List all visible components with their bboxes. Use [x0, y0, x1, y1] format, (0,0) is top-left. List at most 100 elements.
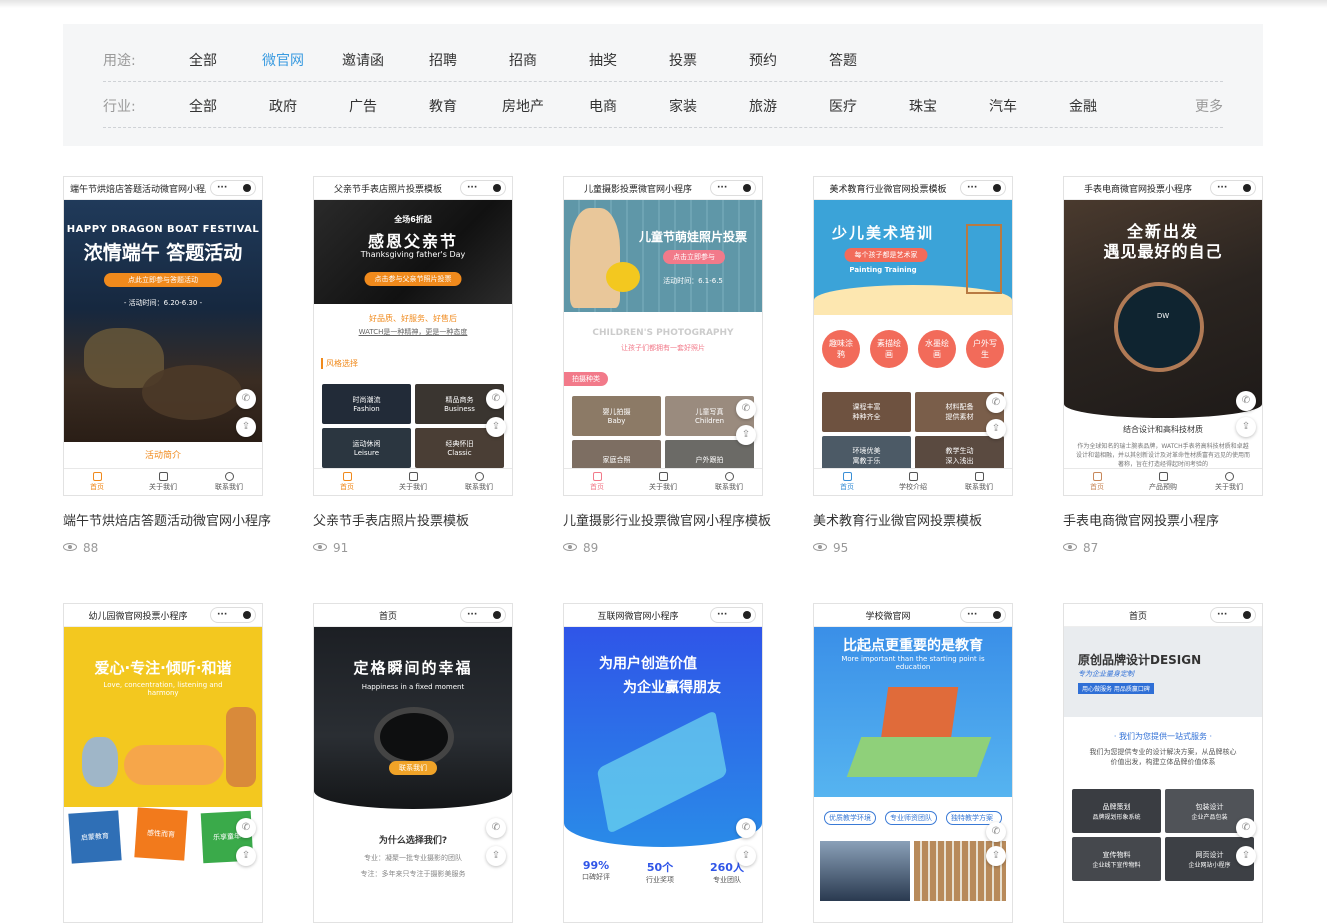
- tab-home[interactable]: 首页: [314, 469, 380, 495]
- phone-icon[interactable]: ✆: [486, 389, 506, 409]
- service-tile[interactable]: 品牌策划 品牌规划形象系统: [1072, 789, 1161, 833]
- template-name[interactable]: 手表电商微官网投票小程序: [1063, 510, 1263, 529]
- template-card[interactable]: 手表电商微官网投票小程序 ··· 全新出发 遇见最好的自己 DW 结合设计和高科…: [1063, 176, 1263, 555]
- phone-icon[interactable]: ✆: [986, 393, 1006, 413]
- purpose-micro-site[interactable]: 微官网: [243, 50, 323, 70]
- purpose-vote[interactable]: 投票: [643, 50, 723, 70]
- category-tile[interactable]: 家庭合照: [572, 440, 661, 470]
- industry-more-link[interactable]: 更多: [1195, 96, 1223, 116]
- tab-home[interactable]: 首页: [1064, 469, 1130, 495]
- template-preview[interactable]: 美术教育行业微官网投票模板 ··· 少儿美术培训 每个孩子都是艺术家 Paint…: [813, 176, 1013, 496]
- hero-button[interactable]: 点击立即参与: [663, 250, 725, 264]
- template-card[interactable]: 儿童摄影投票微官网小程序 ··· 儿童节萌娃照片投票 点击立即参与 活动时间：6…: [563, 176, 771, 555]
- feature-tile[interactable]: 教学生动 深入浅出: [915, 436, 1004, 470]
- hero-button[interactable]: 点击参与父亲节照片投票: [364, 272, 462, 286]
- purpose-booking[interactable]: 预约: [723, 50, 803, 70]
- tab-school[interactable]: 学校介绍: [880, 469, 946, 495]
- tab-preorder[interactable]: 产品预购: [1130, 469, 1196, 495]
- phone-icon[interactable]: ✆: [236, 818, 256, 838]
- industry-real-estate[interactable]: 房地产: [483, 96, 563, 116]
- purpose-lottery[interactable]: 抽奖: [563, 50, 643, 70]
- purpose-quiz[interactable]: 答题: [803, 50, 883, 70]
- share-icon[interactable]: ⇪: [236, 417, 256, 437]
- feature-tile[interactable]: 课程丰富 种种齐全: [822, 392, 911, 432]
- industry-auto[interactable]: 汽车: [963, 96, 1043, 116]
- tab-contact[interactable]: 联系我们: [946, 469, 1012, 495]
- share-icon[interactable]: ⇪: [986, 846, 1006, 866]
- style-tile[interactable]: 时尚潮流 Fashion: [322, 384, 411, 424]
- phone-icon[interactable]: ✆: [986, 822, 1006, 842]
- industry-advertising[interactable]: 广告: [323, 96, 403, 116]
- course-circle[interactable]: 水墨绘画: [918, 330, 956, 368]
- template-preview[interactable]: 首页 ··· 定格瞬间的幸福 Happiness in a fixed mome…: [313, 603, 513, 923]
- template-name[interactable]: 儿童摄影行业投票微官网小程序模板: [563, 510, 771, 529]
- tab-contact[interactable]: 联系我们: [696, 469, 762, 495]
- tab-about[interactable]: 关于我们: [630, 469, 696, 495]
- template-card[interactable]: 幼儿园微官网投票小程序 ··· 爱心·专注·倾听·和谐 Love, concen…: [63, 603, 263, 923]
- tab-contact[interactable]: 联系我们: [196, 469, 262, 495]
- tab-about[interactable]: 关于我们: [1196, 469, 1262, 495]
- share-icon[interactable]: ⇪: [736, 425, 756, 445]
- hero-button[interactable]: 用心做服务 用品质赢口碑: [1078, 683, 1154, 694]
- template-card[interactable]: 学校微官网 ··· 比起点更重要的是教育 More important than…: [813, 603, 1013, 923]
- feature-block[interactable]: 感性而育: [134, 807, 188, 861]
- template-card[interactable]: 互联网微官网小程序 ··· 为用户创造价值 为企业赢得朋友 99% 口碑好评 50…: [563, 603, 763, 923]
- template-name[interactable]: 端午节烘焙店答题活动微官网小程序: [63, 510, 271, 529]
- course-circle[interactable]: 趣味涂鸦: [822, 330, 860, 368]
- template-card[interactable]: 美术教育行业微官网投票模板 ··· 少儿美术培训 每个孩子都是艺术家 Paint…: [813, 176, 1013, 555]
- category-tile[interactable]: 婴儿拍摄 Baby: [572, 396, 661, 436]
- template-card[interactable]: 首页 ··· 定格瞬间的幸福 Happiness in a fixed mome…: [313, 603, 513, 923]
- industry-finance[interactable]: 金融: [1043, 96, 1123, 116]
- hero-button[interactable]: 点此立即参与答题活动: [104, 273, 222, 287]
- tab-home[interactable]: 首页: [814, 469, 880, 495]
- share-icon[interactable]: ⇪: [486, 846, 506, 866]
- tab-about[interactable]: 关于我们: [380, 469, 446, 495]
- phone-icon[interactable]: ✆: [1236, 818, 1256, 838]
- share-icon[interactable]: ⇪: [1236, 846, 1256, 866]
- share-icon[interactable]: ⇪: [736, 846, 756, 866]
- template-preview[interactable]: 学校微官网 ··· 比起点更重要的是教育 More important than…: [813, 603, 1013, 923]
- template-preview[interactable]: 首页 ··· 原创品牌设计DESIGN 专为企业量身定制 用心做服务 用品质赢口…: [1063, 603, 1263, 923]
- industry-home-decor[interactable]: 家装: [643, 96, 723, 116]
- phone-icon[interactable]: ✆: [736, 399, 756, 419]
- industry-travel[interactable]: 旅游: [723, 96, 803, 116]
- template-preview[interactable]: 父亲节手表店照片投票模板 ··· 全场6折起 感恩父亲节 Thanksgivin…: [313, 176, 513, 496]
- industry-all[interactable]: 全部: [163, 96, 243, 116]
- share-icon[interactable]: ⇪: [986, 419, 1006, 439]
- feature-tag[interactable]: 优质教学环境: [824, 811, 876, 825]
- template-card[interactable]: 端午节烘焙店答题活动微官网小程序 ··· HAPPY DRAGON BOAT F…: [63, 176, 271, 555]
- industry-education[interactable]: 教育: [403, 96, 483, 116]
- template-preview[interactable]: 互联网微官网小程序 ··· 为用户创造价值 为企业赢得朋友 99% 口碑好评 50…: [563, 603, 763, 923]
- template-name[interactable]: 父亲节手表店照片投票模板: [313, 510, 513, 529]
- feature-tile[interactable]: 环境优美 寓教于乐: [822, 436, 911, 470]
- tab-about[interactable]: 关于我们: [130, 469, 196, 495]
- industry-medical[interactable]: 医疗: [803, 96, 883, 116]
- industry-government[interactable]: 政府: [243, 96, 323, 116]
- service-tile[interactable]: 宣传物料 企业线下宣传物料: [1072, 837, 1161, 881]
- category-tile[interactable]: 户外跟拍: [665, 440, 754, 470]
- purpose-invitation[interactable]: 邀请函: [323, 50, 403, 70]
- phone-icon[interactable]: ✆: [236, 389, 256, 409]
- purpose-investment[interactable]: 招商: [483, 50, 563, 70]
- tab-contact[interactable]: 联系我们: [446, 469, 512, 495]
- hero-button[interactable]: 联系我们: [389, 761, 437, 775]
- purpose-all[interactable]: 全部: [163, 50, 243, 70]
- share-icon[interactable]: ⇪: [236, 846, 256, 866]
- purpose-recruit[interactable]: 招聘: [403, 50, 483, 70]
- industry-ecommerce[interactable]: 电商: [563, 96, 643, 116]
- feature-tag[interactable]: 专业师资团队: [885, 811, 937, 825]
- template-card[interactable]: 首页 ··· 原创品牌设计DESIGN 专为企业量身定制 用心做服务 用品质赢口…: [1063, 603, 1263, 923]
- tab-home[interactable]: 首页: [64, 469, 130, 495]
- feature-block[interactable]: 启蒙教育: [68, 810, 122, 864]
- course-circle[interactable]: 户外写生: [966, 330, 1004, 368]
- template-card[interactable]: 父亲节手表店照片投票模板 ··· 全场6折起 感恩父亲节 Thanksgivin…: [313, 176, 513, 555]
- template-preview[interactable]: 端午节烘焙店答题活动微官网小程序 ··· HAPPY DRAGON BOAT F…: [63, 176, 263, 496]
- share-icon[interactable]: ⇪: [486, 417, 506, 437]
- template-preview[interactable]: 儿童摄影投票微官网小程序 ··· 儿童节萌娃照片投票 点击立即参与 活动时间：6…: [563, 176, 763, 496]
- course-circle[interactable]: 素描绘画: [870, 330, 908, 368]
- style-tile[interactable]: 运动休闲 Leisure: [322, 428, 411, 468]
- industry-jewelry[interactable]: 珠宝: [883, 96, 963, 116]
- tab-home[interactable]: 首页: [564, 469, 630, 495]
- phone-icon[interactable]: ✆: [486, 818, 506, 838]
- template-preview[interactable]: 手表电商微官网投票小程序 ··· 全新出发 遇见最好的自己 DW 结合设计和高科…: [1063, 176, 1263, 496]
